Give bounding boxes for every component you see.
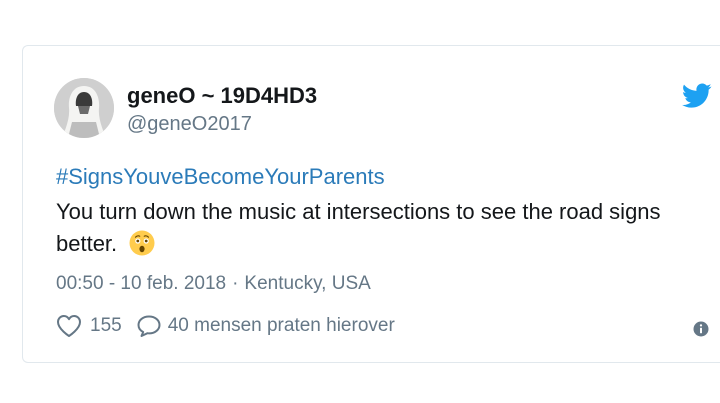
likes-count: 155 bbox=[90, 315, 122, 336]
avatar-image bbox=[54, 78, 114, 138]
speech-bubble-icon[interactable] bbox=[136, 314, 162, 338]
tweet-actions: 155 40 mensen praten hierover bbox=[56, 314, 395, 338]
twitter-bird-icon[interactable] bbox=[682, 83, 712, 109]
heart-icon[interactable] bbox=[56, 314, 82, 338]
astonished-face-emoji bbox=[129, 230, 155, 256]
conversation-button[interactable]: 40 mensen praten hierover bbox=[136, 314, 395, 338]
tweet-body: You turn down the music at intersections… bbox=[56, 196, 696, 260]
hashtag-link[interactable]: #SignsYouveBecomeYourParents bbox=[56, 164, 385, 190]
author-handle[interactable]: @geneO2017 bbox=[127, 113, 252, 136]
meta-separator: · bbox=[232, 273, 239, 294]
info-icon[interactable] bbox=[693, 321, 709, 337]
tweet-location[interactable]: Kentucky, USA bbox=[244, 273, 370, 294]
avatar[interactable] bbox=[54, 78, 114, 138]
conversation-label: 40 mensen praten hierover bbox=[167, 315, 395, 336]
author-name[interactable]: geneO ~ 19D4HD3 bbox=[127, 83, 317, 109]
tweet-card[interactable]: geneO ~ 19D4HD3 @geneO2017 #SignsYouveBe… bbox=[22, 45, 720, 363]
tweet-meta: 00:50 - 10 feb. 2018 · Kentucky, USA bbox=[56, 273, 371, 295]
tweet-timestamp[interactable]: 00:50 - 10 feb. 2018 bbox=[56, 273, 226, 294]
like-button[interactable]: 155 bbox=[56, 314, 122, 338]
